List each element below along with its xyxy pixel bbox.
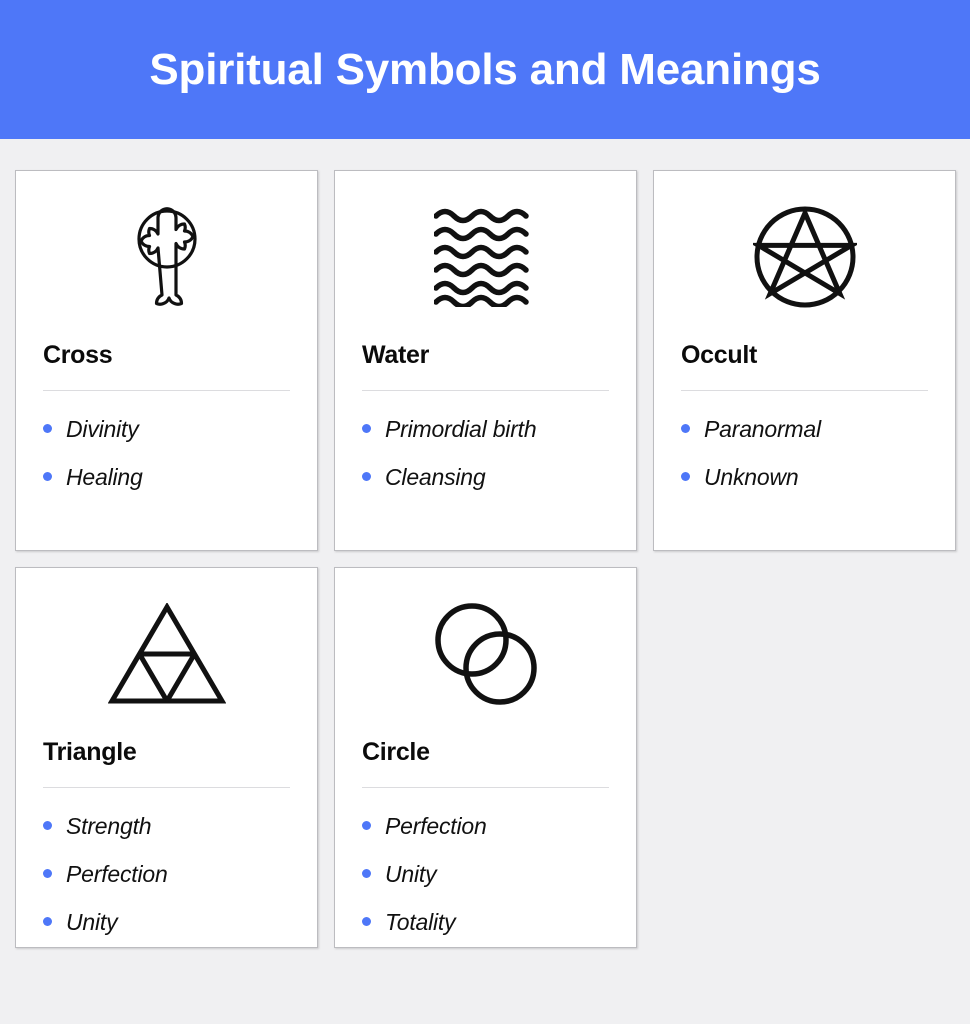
empty-grid-slot bbox=[653, 567, 956, 948]
card-title: Water bbox=[362, 341, 430, 369]
list-item: Strength bbox=[43, 814, 290, 838]
bullet-icon bbox=[43, 869, 52, 879]
bullet-icon bbox=[43, 917, 52, 927]
symbol-card-triangle[interactable]: Triangle Strength Perfection Unity bbox=[15, 567, 318, 948]
meaning-label: Totality bbox=[385, 909, 456, 936]
list-item: Perfection bbox=[362, 814, 609, 838]
meaning-label: Divinity bbox=[66, 416, 139, 442]
meaning-label: Unknown bbox=[704, 464, 799, 491]
bullet-icon bbox=[362, 917, 371, 927]
list-item: Unity bbox=[43, 910, 290, 934]
bullet-icon bbox=[43, 424, 52, 433]
bullet-icon bbox=[681, 472, 690, 482]
meaning-label: Healing bbox=[66, 464, 143, 491]
bullet-icon bbox=[362, 821, 371, 830]
symbol-card-water[interactable]: Water Primordial birth Cleansing bbox=[334, 170, 637, 551]
card-title: Triangle bbox=[43, 738, 137, 766]
meaning-list: Paranormal Unknown bbox=[681, 391, 928, 513]
meaning-list: Divinity Healing bbox=[43, 391, 290, 513]
list-item: Cleansing bbox=[362, 465, 609, 489]
meaning-label: Cleansing bbox=[385, 464, 486, 491]
bullet-icon bbox=[681, 424, 690, 433]
meaning-list: Strength Perfection Unity bbox=[43, 788, 290, 958]
pentacle-icon bbox=[681, 171, 928, 343]
meaning-label: Unity bbox=[66, 909, 118, 936]
symbol-card-circle[interactable]: Circle Perfection Unity Totality bbox=[334, 567, 637, 948]
page-header: Spiritual Symbols and Meanings bbox=[0, 0, 970, 139]
meaning-label: Paranormal bbox=[704, 416, 821, 442]
bullet-icon bbox=[43, 472, 52, 482]
bullet-icon bbox=[43, 821, 52, 830]
page-title: Spiritual Symbols and Meanings bbox=[149, 44, 821, 94]
triforce-triangle-icon bbox=[43, 568, 290, 740]
card-title: Cross bbox=[43, 341, 113, 369]
meaning-label: Perfection bbox=[385, 813, 487, 839]
list-item: Divinity bbox=[43, 417, 290, 441]
celtic-cross-icon bbox=[43, 171, 290, 343]
card-title: Occult bbox=[681, 341, 757, 369]
list-item: Healing bbox=[43, 465, 290, 489]
list-item: Unity bbox=[362, 862, 609, 886]
overlapping-circles-icon bbox=[362, 568, 609, 740]
bullet-icon bbox=[362, 472, 371, 482]
list-item: Primordial birth bbox=[362, 417, 609, 441]
bullet-icon bbox=[362, 869, 371, 879]
list-item: Totality bbox=[362, 910, 609, 934]
bullet-icon bbox=[362, 424, 371, 433]
list-item: Unknown bbox=[681, 465, 928, 489]
symbol-card-cross[interactable]: Cross Divinity Healing bbox=[15, 170, 318, 551]
water-waves-icon bbox=[362, 171, 609, 343]
meaning-label: Primordial birth bbox=[385, 416, 537, 442]
symbol-card-occult[interactable]: Occult Paranormal Unknown bbox=[653, 170, 956, 551]
meaning-label: Strength bbox=[66, 813, 152, 839]
card-title: Circle bbox=[362, 738, 430, 766]
meaning-list: Perfection Unity Totality bbox=[362, 788, 609, 958]
list-item: Perfection bbox=[43, 862, 290, 886]
list-item: Paranormal bbox=[681, 417, 928, 441]
meaning-list: Primordial birth Cleansing bbox=[362, 391, 609, 513]
symbol-card-grid: Cross Divinity Healing Water Primordial … bbox=[0, 139, 970, 948]
meaning-label: Perfection bbox=[66, 861, 168, 888]
meaning-label: Unity bbox=[385, 861, 437, 888]
